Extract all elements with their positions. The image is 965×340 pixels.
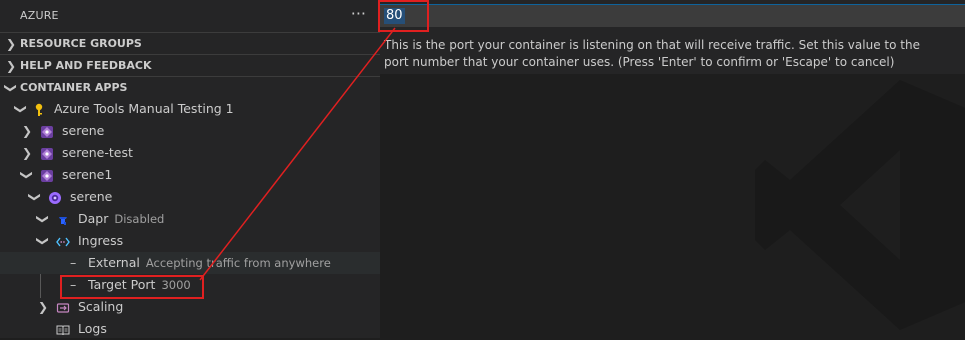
annotation-arrow — [199, 27, 396, 281]
